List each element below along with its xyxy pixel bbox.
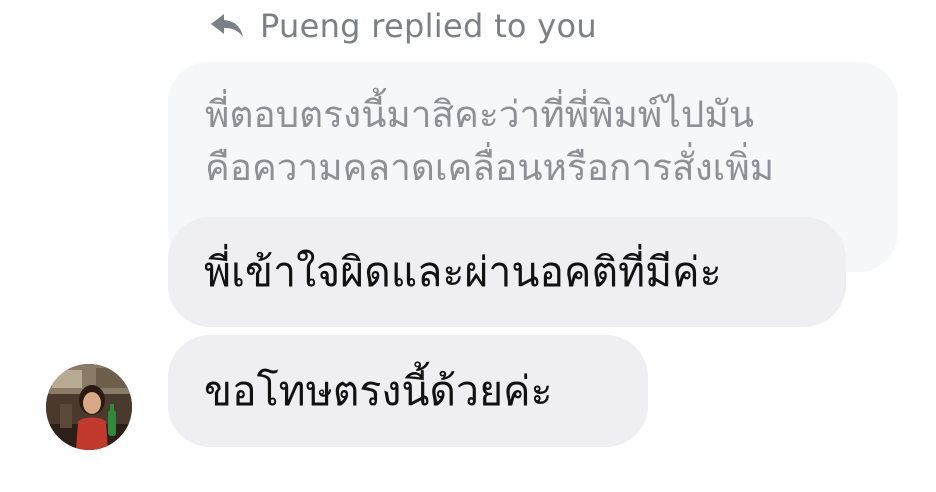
- message-bubble[interactable]: พี่เข้าใจผิดและผ่านอคติที่มีค่ะ: [168, 217, 846, 327]
- quoted-message-text: พี่ตอบตรงนี้มาสิคะว่าที่พี่พิมพ์ไปมัน คื…: [205, 88, 885, 194]
- quoted-message-line-2: คือความคลาดเคลื่อนหรือการสั่งเพิ่ม: [205, 146, 775, 189]
- reply-header: Pueng replied to you: [210, 6, 597, 46]
- quoted-message-line-1: พี่ตอบตรงนี้มาสิคะว่าที่พี่พิมพ์ไปมัน: [205, 93, 755, 136]
- message-bubble[interactable]: ขอโทษตรงนี้ด้วยค่ะ: [168, 335, 648, 447]
- user-avatar[interactable]: [46, 364, 132, 450]
- reply-header-text: Pueng replied to you: [260, 7, 597, 45]
- message-text: พี่เข้าใจผิดและผ่านอคติที่มีค่ะ: [204, 247, 722, 296]
- avatar-photo-icon: [46, 364, 132, 450]
- reply-arrow-icon: [210, 13, 246, 39]
- message-text: ขอโทษตรงนี้ด้วยค่ะ: [204, 366, 553, 415]
